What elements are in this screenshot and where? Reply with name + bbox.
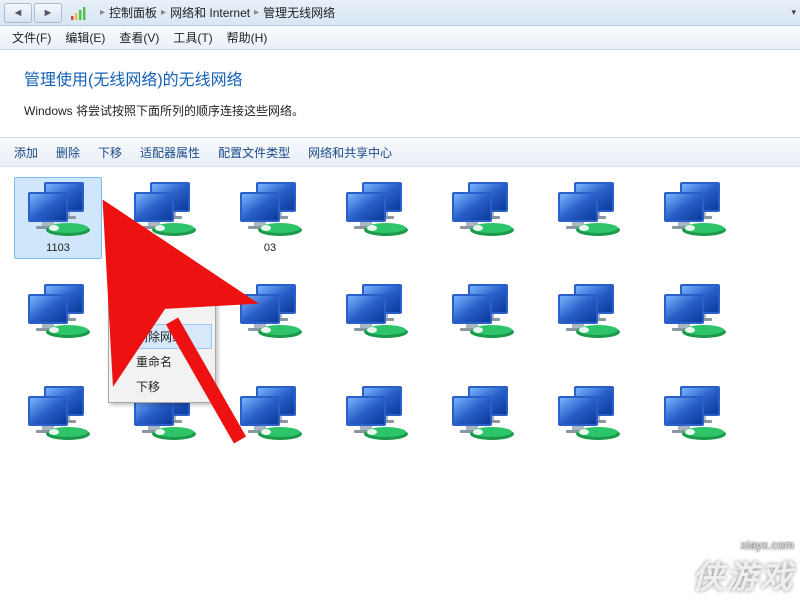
network-item[interactable] [438, 177, 526, 259]
network-icon [22, 182, 94, 238]
network-item[interactable] [332, 177, 420, 259]
network-icon [552, 284, 624, 340]
cmd-profile-type[interactable]: 配置文件类型 [218, 144, 290, 161]
cmd-network-center[interactable]: 网络和共享中心 [308, 144, 392, 161]
network-icon [22, 386, 94, 442]
network-icon [658, 386, 730, 442]
network-icon [658, 284, 730, 340]
chevron-down-icon[interactable]: ▾ [791, 7, 796, 18]
menu-file[interactable]: 文件(F) [6, 27, 57, 48]
page-header: 管理使用(无线网络)的无线网络 Windows 将尝试按照下面所列的顺序连接这些… [0, 50, 800, 123]
breadcrumb-item[interactable]: 控制面板 [109, 4, 157, 21]
network-icon [22, 284, 94, 340]
network-icon [446, 386, 518, 442]
network-icon [340, 284, 412, 340]
network-item[interactable]: 1103 [14, 177, 102, 259]
menu-edit[interactable]: 编辑(E) [59, 27, 111, 48]
title-bar: ◄ ► ▸ 控制面板 ▸ 网络和 Internet ▸ 管理无线网络 ▾ [0, 0, 800, 26]
context-menu-item[interactable]: 下移 [112, 374, 212, 399]
network-item[interactable]: 03 [226, 177, 314, 259]
wireless-signal-icon [70, 5, 88, 21]
breadcrumb[interactable]: ▸ 控制面板 ▸ 网络和 Internet ▸ 管理无线网络 ▾ [98, 4, 796, 21]
page-description: Windows 将尝试按照下面所列的顺序连接这些网络。 [24, 102, 780, 119]
watermark-brand: 侠游戏 [692, 552, 794, 598]
network-item[interactable] [544, 381, 632, 451]
network-item[interactable] [650, 279, 738, 361]
chevron-right-icon: ▸ [98, 7, 107, 18]
context-menu-item[interactable]: 重命名 [112, 349, 212, 374]
chevron-right-icon: ▸ [252, 7, 261, 18]
command-bar: 添加 删除 下移 适配器属性 配置文件类型 网络和共享中心 [0, 137, 800, 167]
chevron-right-icon: ▸ [159, 7, 168, 18]
network-icon [446, 284, 518, 340]
network-item[interactable] [544, 279, 632, 361]
forward-button[interactable]: ► [34, 3, 62, 23]
network-item[interactable] [438, 279, 526, 361]
context-menu-item[interactable]: 属性 [112, 299, 212, 324]
network-icon [340, 182, 412, 238]
network-item[interactable] [226, 381, 314, 451]
network-icon [234, 386, 306, 442]
network-item[interactable] [438, 381, 526, 451]
menu-view[interactable]: 查看(V) [113, 27, 165, 48]
network-icon [234, 284, 306, 340]
network-icon [552, 386, 624, 442]
menu-tools[interactable]: 工具(T) [167, 27, 218, 48]
network-icon [552, 182, 624, 238]
cmd-movedown[interactable]: 下移 [98, 144, 122, 161]
network-icon [128, 182, 200, 238]
context-menu: 属性删除网络重命名下移 [108, 295, 216, 403]
watermark: xiayx.com 侠游戏 [692, 538, 794, 598]
breadcrumb-item[interactable]: 管理无线网络 [263, 4, 335, 21]
network-item[interactable] [226, 279, 314, 361]
cmd-adapter-props[interactable]: 适配器属性 [140, 144, 200, 161]
network-icon [340, 386, 412, 442]
network-item[interactable] [14, 381, 102, 451]
network-item[interactable] [650, 381, 738, 451]
menu-bar: 文件(F) 编辑(E) 查看(V) 工具(T) 帮助(H) [0, 26, 800, 50]
watermark-site: xiayx.com [692, 538, 794, 552]
cmd-add[interactable]: 添加 [14, 144, 38, 161]
network-item[interactable] [332, 381, 420, 451]
network-item[interactable] [14, 279, 102, 361]
network-label: 03 [264, 242, 276, 254]
network-icon [446, 182, 518, 238]
network-item[interactable] [332, 279, 420, 361]
page-title: 管理使用(无线网络)的无线网络 [24, 66, 780, 90]
network-icon [234, 182, 306, 238]
network-icon [658, 182, 730, 238]
menu-help[interactable]: 帮助(H) [221, 27, 274, 48]
breadcrumb-item[interactable]: 网络和 Internet [170, 4, 250, 21]
network-item[interactable] [120, 177, 208, 259]
cmd-delete[interactable]: 删除 [56, 144, 80, 161]
back-button[interactable]: ◄ [4, 3, 32, 23]
network-item[interactable] [650, 177, 738, 259]
context-menu-item[interactable]: 删除网络 [112, 324, 212, 349]
network-item[interactable] [544, 177, 632, 259]
network-label: 1103 [46, 242, 70, 254]
